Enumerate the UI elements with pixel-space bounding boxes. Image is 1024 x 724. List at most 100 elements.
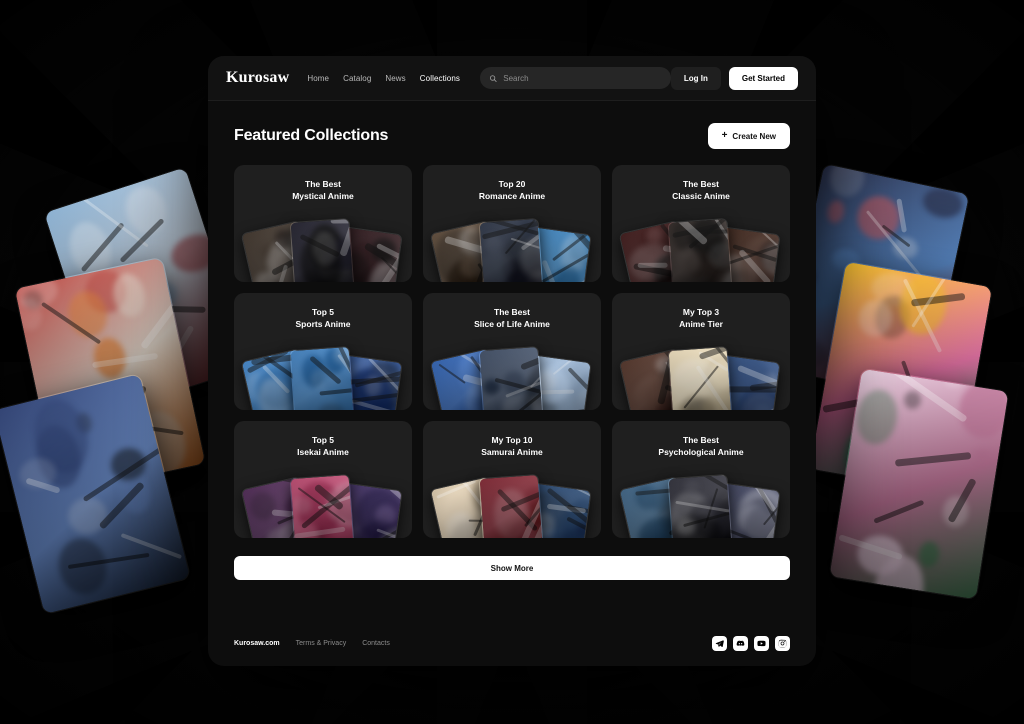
discord-link[interactable] [733,636,748,651]
collection-title-line1: The Best [612,178,790,190]
nav-item-catalog[interactable]: Catalog [343,74,371,83]
footer-link-0[interactable]: Kurosaw.com [234,640,280,647]
get-started-button[interactable]: Get Started [729,67,798,90]
nav-item-collections[interactable]: Collections [420,74,460,83]
collection-title-line2: Slice of Life Anime [423,318,601,330]
collection-card[interactable]: The Best Slice of Life Anime [423,293,601,410]
collection-card-title: Top 20 Romance Anime [423,165,601,203]
collection-title-line2: Mystical Anime [234,190,412,202]
collection-poster-fan [423,346,601,410]
instagram-icon [778,639,787,648]
collection-card[interactable]: My Top 3 Anime Tier [612,293,790,410]
collection-title-line1: Top 5 [234,306,412,318]
collection-poster-thumb [479,218,544,282]
collection-poster-thumb [479,474,544,538]
poster-artwork [291,347,354,410]
collection-title-line2: Samurai Anime [423,446,601,458]
collection-title-line2: Sports Anime [234,318,412,330]
collection-card-title: Top 5 Sports Anime [234,293,412,331]
collection-title-line1: The Best [234,178,412,190]
collection-poster-thumb [290,474,355,538]
collection-poster-thumb [668,218,733,282]
poster-artwork [669,347,732,410]
poster-artwork [291,219,354,282]
collection-poster-fan [423,474,601,538]
search-input[interactable] [503,74,662,83]
collection-poster-fan [612,218,790,282]
youtube-icon [757,639,766,648]
footer-links: Kurosaw.com Terms & Privacy Contacts [234,640,390,647]
search-icon [489,74,497,83]
collection-card-title: My Top 10 Samurai Anime [423,421,601,459]
collection-title-line2: Psychological Anime [612,446,790,458]
collection-card[interactable]: The Best Mystical Anime [234,165,412,282]
instagram-link[interactable] [775,636,790,651]
youtube-link[interactable] [754,636,769,651]
collection-poster-fan [612,474,790,538]
create-new-button[interactable]: + Create New [708,123,790,149]
auth-buttons: Log In Get Started [671,67,798,90]
collection-poster-fan [612,346,790,410]
poster-artwork [829,369,1008,600]
collection-card-title: My Top 3 Anime Tier [612,293,790,331]
app-root: Kurosaw Home Catalog News Collections Log I… [0,0,1024,724]
page-title: Featured Collections [234,127,388,145]
section-header: Featured Collections + Create New [234,123,790,149]
collection-title-line2: Classic Anime [612,190,790,202]
telegram-link[interactable] [712,636,727,651]
poster-artwork [291,475,354,538]
app-window: Kurosaw Home Catalog News Collections Log I… [208,56,816,666]
collections-grid: The Best Mystical Anime Top 20 Romance Anim… [234,165,790,538]
panel-body: Featured Collections + Create New The Be… [208,101,816,580]
collection-card-title: The Best Mystical Anime [234,165,412,203]
decor-poster-card [828,368,1009,601]
collection-card-title: The Best Classic Anime [612,165,790,203]
collection-title-line2: Isekai Anime [234,446,412,458]
telegram-icon [715,639,724,648]
collection-title-line1: The Best [612,434,790,446]
discord-icon [736,639,745,648]
collection-title-line2: Anime Tier [612,318,790,330]
social-links [712,636,790,651]
collection-card[interactable]: My Top 10 Samurai Anime [423,421,601,538]
footer-link-2[interactable]: Contacts [362,640,390,647]
collection-title-line1: Top 20 [423,178,601,190]
collection-title-line1: My Top 3 [612,306,790,318]
create-new-label: Create New [732,132,776,141]
footer-link-1[interactable]: Terms & Privacy [296,640,347,647]
collection-card[interactable]: Top 20 Romance Anime [423,165,601,282]
collection-card[interactable]: The Best Classic Anime [612,165,790,282]
collection-card-title: The Best Psychological Anime [612,421,790,459]
poster-artwork [480,475,543,538]
collection-poster-thumb [668,346,733,410]
decor-poster-cluster-right [800,172,1024,592]
collection-poster-fan [234,346,412,410]
nav-item-news[interactable]: News [385,74,405,83]
primary-nav: Home Catalog News Collections [307,74,460,83]
collection-poster-thumb [290,346,355,410]
collection-title-line2: Romance Anime [423,190,601,202]
collection-poster-thumb [479,346,544,410]
collection-title-line1: The Best [423,306,601,318]
collection-title-line1: My Top 10 [423,434,601,446]
show-more-button[interactable]: Show More [234,556,790,580]
brand-logo[interactable]: Kurosaw [226,69,289,87]
top-navbar: Kurosaw Home Catalog News Collections Log I… [208,56,816,101]
collection-card[interactable]: Top 5 Isekai Anime [234,421,412,538]
poster-artwork [480,219,543,282]
login-button[interactable]: Log In [671,67,721,90]
nav-item-home[interactable]: Home [307,74,329,83]
search-box[interactable] [480,67,671,89]
collection-poster-fan [234,474,412,538]
collection-title-line1: Top 5 [234,434,412,446]
collection-poster-thumb [668,474,733,538]
poster-artwork [480,347,543,410]
collection-card[interactable]: Top 5 Sports Anime [234,293,412,410]
collection-poster-fan [423,218,601,282]
poster-artwork [669,219,732,282]
poster-artwork [669,475,732,538]
collection-card[interactable]: The Best Psychological Anime [612,421,790,538]
collection-poster-fan [234,218,412,282]
collection-card-title: Top 5 Isekai Anime [234,421,412,459]
collection-poster-thumb [290,218,355,282]
